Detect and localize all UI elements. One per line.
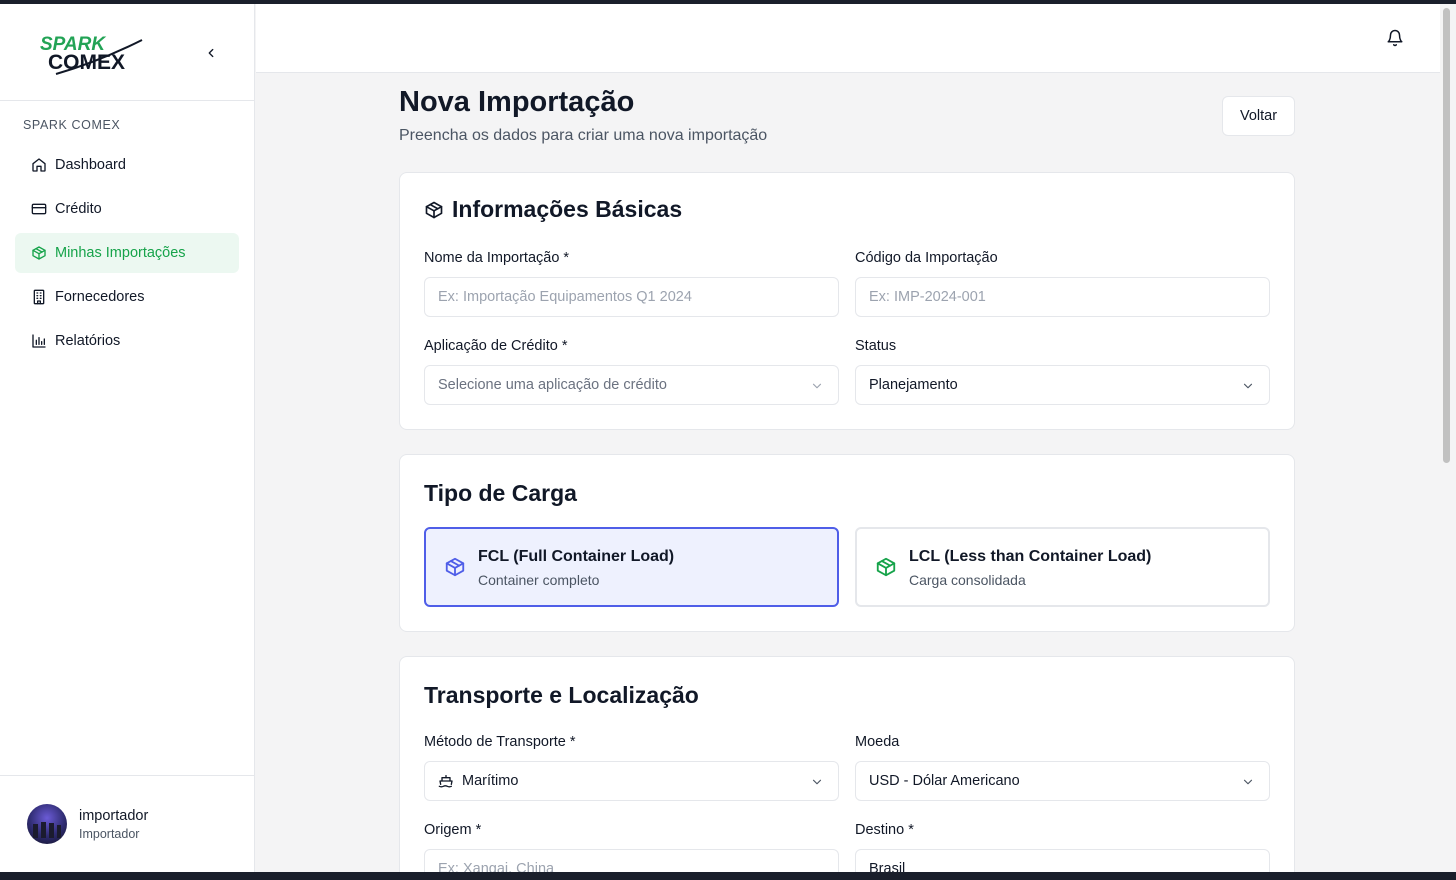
- page-title: Nova Importação: [399, 86, 635, 118]
- cargo-type-title: Tipo de Carga: [424, 480, 577, 506]
- bar-chart-icon: [31, 333, 47, 349]
- page-subtitle: Preencha os dados para criar uma nova im…: [399, 127, 768, 144]
- import-name-label: Nome da Importação *: [424, 250, 570, 266]
- destination-value: Brasil: [869, 861, 906, 872]
- transport-method-select[interactable]: Marítimo: [424, 761, 839, 801]
- origin-placeholder: Ex: Xangai, China: [438, 861, 555, 872]
- currency-select[interactable]: USD - Dólar Americano: [855, 761, 1270, 801]
- back-button[interactable]: Voltar: [1222, 96, 1295, 136]
- package-icon: [875, 556, 897, 578]
- destination-label: Destino *: [855, 822, 914, 838]
- sidebar-item-label: Fornecedores: [55, 289, 145, 305]
- transport-card: Transporte e Localização Método de Trans…: [399, 656, 1295, 872]
- collapse-sidebar-button[interactable]: [200, 42, 222, 64]
- import-code-placeholder: Ex: IMP-2024-001: [869, 289, 986, 305]
- status-value: Planejamento: [869, 377, 958, 393]
- sidebar-item-label: Minhas Importações: [55, 245, 186, 261]
- credit-application-select[interactable]: Selecione uma aplicação de crédito: [424, 365, 839, 405]
- logo-text-bottom: COMEX: [48, 51, 125, 74]
- top-bar: [256, 4, 1440, 73]
- cargo-option-fcl[interactable]: FCL (Full Container Load) Container comp…: [424, 527, 839, 607]
- package-icon: [444, 556, 466, 578]
- import-code-label: Código da Importação: [855, 250, 998, 266]
- chevron-left-icon: [208, 48, 214, 58]
- sidebar-item-relatorios[interactable]: Relatórios: [15, 321, 239, 361]
- cargo-option-subtitle: Container completo: [478, 572, 600, 588]
- cargo-option-title: LCL (Less than Container Load): [909, 548, 1152, 565]
- import-name-input[interactable]: Ex: Importação Equipamentos Q1 2024: [424, 277, 839, 317]
- sidebar-item-credito[interactable]: Crédito: [15, 189, 239, 229]
- status-label: Status: [855, 338, 897, 354]
- status-select[interactable]: Planejamento: [855, 365, 1270, 405]
- basic-info-title-text: Informações Básicas: [452, 196, 683, 222]
- user-profile[interactable]: importador Importador: [0, 775, 255, 872]
- import-code-input[interactable]: Ex: IMP-2024-001: [855, 277, 1270, 317]
- app-window: SPARK COMEX SPARK COMEX Dashboard Crédit…: [0, 4, 1440, 872]
- package-icon: [424, 200, 444, 220]
- basic-info-card: Informações Básicas Nome da Importação *…: [399, 172, 1295, 430]
- currency-value: USD - Dólar Americano: [869, 773, 1020, 789]
- transport-title: Transporte e Localização: [424, 682, 699, 708]
- credit-application-placeholder: Selecione uma aplicação de crédito: [438, 377, 667, 393]
- user-role: Importador: [79, 827, 140, 841]
- sidebar-section-label: SPARK COMEX: [23, 118, 121, 132]
- destination-input[interactable]: Brasil: [855, 849, 1270, 872]
- credit-card-icon: [31, 201, 47, 217]
- currency-label: Moeda: [855, 734, 900, 750]
- chevron-down-icon: [810, 775, 824, 789]
- package-icon: [31, 245, 47, 261]
- transport-method-value: Marítimo: [462, 773, 519, 789]
- notifications-bell-icon[interactable]: [1386, 29, 1404, 47]
- import-name-placeholder: Ex: Importação Equipamentos Q1 2024: [438, 289, 692, 305]
- home-icon: [31, 157, 47, 173]
- building-icon: [31, 289, 47, 305]
- cargo-type-card: Tipo de Carga FCL (Full Container Load) …: [399, 454, 1295, 632]
- sidebar-item-fornecedores[interactable]: Fornecedores: [15, 277, 239, 317]
- chevron-down-icon: [1241, 379, 1255, 393]
- avatar: [27, 804, 67, 844]
- sidebar-item-label: Relatórios: [55, 333, 121, 349]
- credit-application-label: Aplicação de Crédito *: [424, 338, 568, 354]
- sidebar-item-minhas-importacoes[interactable]: Minhas Importações: [15, 233, 239, 273]
- basic-info-title: Informações Básicas: [424, 196, 682, 223]
- sidebar-nav: Dashboard Crédito Minhas Importações For…: [15, 145, 239, 365]
- cargo-option-lcl[interactable]: LCL (Less than Container Load) Carga con…: [855, 527, 1270, 607]
- origin-input[interactable]: Ex: Xangai, China: [424, 849, 839, 872]
- sidebar-header: SPARK COMEX: [0, 4, 254, 101]
- spark-comex-logo: SPARK COMEX: [40, 34, 143, 75]
- chevron-down-icon: [810, 379, 824, 393]
- sidebar-item-dashboard[interactable]: Dashboard: [15, 145, 239, 185]
- sidebar: SPARK COMEX SPARK COMEX Dashboard Crédit…: [0, 4, 255, 872]
- sidebar-item-label: Dashboard: [55, 157, 126, 173]
- scrollbar-thumb[interactable]: [1443, 8, 1450, 463]
- sidebar-item-label: Crédito: [55, 201, 102, 217]
- cargo-option-subtitle: Carga consolidada: [909, 572, 1026, 588]
- origin-label: Origem *: [424, 822, 482, 838]
- ship-icon: [438, 773, 454, 789]
- transport-method-label: Método de Transporte *: [424, 734, 576, 750]
- user-name: importador: [79, 808, 149, 824]
- chevron-down-icon: [1241, 775, 1255, 789]
- cargo-option-title: FCL (Full Container Load): [478, 548, 675, 565]
